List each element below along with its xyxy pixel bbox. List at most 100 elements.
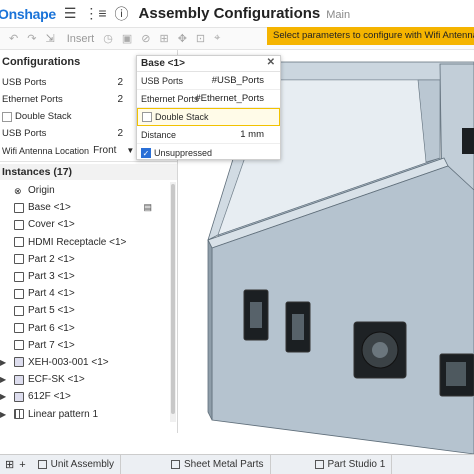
config-value[interactable]: 2 xyxy=(117,94,123,105)
chevron-down-icon[interactable]: ▼ xyxy=(126,146,134,155)
close-icon[interactable]: ✕ xyxy=(267,57,275,68)
onshape-logo[interactable]: Onshape xyxy=(0,6,56,22)
instance-list: ⊗ Origin Base <1> ▤ Cover <1> HDMI Recep… xyxy=(0,182,170,423)
list-item[interactable]: Base <1> ▤ xyxy=(0,199,170,216)
double-stack-checkbox[interactable] xyxy=(2,111,12,122)
instances-title[interactable]: Instances (17) xyxy=(0,164,177,180)
list-item[interactable]: Part 7 <1> xyxy=(0,337,170,354)
list-item[interactable]: Part 2 <1> xyxy=(0,251,170,268)
insert-button[interactable]: ⇲ Insert xyxy=(45,32,94,45)
tab-label: Part Studio 1 xyxy=(327,459,386,470)
list-item[interactable]: Part 5 <1> xyxy=(0,302,170,319)
info-icon[interactable]: ⓘ xyxy=(115,4,129,24)
instance-label: HDMI Receptacle <1> xyxy=(28,236,127,248)
dialog-row-double-stack[interactable]: Double Stack xyxy=(137,108,280,126)
dialog-label: Unsuppressed xyxy=(154,148,213,158)
part-icon xyxy=(14,219,24,230)
tab-sheet-metal-parts[interactable]: Sheet Metal Parts xyxy=(165,454,271,474)
wifi-select[interactable]: Front xyxy=(93,145,116,156)
history-icon[interactable]: ◷ xyxy=(103,32,113,45)
document-title[interactable]: Assembly Configurations xyxy=(139,5,321,22)
tab-list-icon[interactable]: ⊞ xyxy=(5,458,14,471)
instance-config-dialog: Base <1> ✕ USB Ports #USB_Ports Ethernet… xyxy=(136,55,281,160)
config-value[interactable]: 2 xyxy=(117,77,123,88)
instance-label: Part 5 <1> xyxy=(28,305,75,317)
instance-label: ECF-SK <1> xyxy=(28,374,85,386)
part-icon xyxy=(14,271,24,282)
usb-ports-field[interactable]: #USB_Ports xyxy=(212,75,264,86)
config-value[interactable]: 2 xyxy=(117,128,123,139)
wifi-label: Wifi Antenna Location xyxy=(2,145,90,156)
tab-part-studio-1[interactable]: Part Studio 1 xyxy=(309,454,393,474)
dialog-label: Double Stack xyxy=(155,112,209,122)
dialog-row-distance[interactable]: Distance 1 mm xyxy=(137,126,280,144)
pattern-icon[interactable]: ⊞ xyxy=(159,32,168,45)
chevron-right-icon[interactable]: ▶ xyxy=(0,375,10,384)
config-label: USB Ports xyxy=(2,77,47,88)
feature-list-icon[interactable]: ⋮≡ xyxy=(84,5,106,22)
config-hint-banner: Select parameters to configure with Wifi… xyxy=(267,27,474,45)
assembly-icon xyxy=(14,391,24,402)
part-icon xyxy=(14,305,24,316)
pattern-icon xyxy=(14,409,24,420)
list-item[interactable]: HDMI Receptacle <1> xyxy=(0,234,170,251)
section-icon[interactable]: ⌖ xyxy=(214,32,220,45)
config-label: USB Ports xyxy=(2,128,47,139)
branch-label[interactable]: Main xyxy=(326,9,350,21)
list-item[interactable]: Part 4 <1> xyxy=(0,285,170,302)
part-studio-tab-icon xyxy=(171,460,181,469)
config-label: Ethernet Ports xyxy=(2,94,63,105)
undo-icon[interactable]: ↶ xyxy=(9,32,18,45)
move-icon[interactable]: ✥ xyxy=(178,32,187,45)
measure-icon[interactable]: ⊡ xyxy=(196,32,205,45)
instance-label: Part 4 <1> xyxy=(28,288,75,300)
part-icon xyxy=(14,254,24,265)
tab-unit-assembly[interactable]: Unit Assembly xyxy=(32,454,122,474)
double-stack-checkbox[interactable] xyxy=(142,112,152,122)
chevron-right-icon[interactable]: ▶ xyxy=(0,410,10,419)
dialog-label: Distance xyxy=(141,129,177,140)
instance-label: Cover <1> xyxy=(28,219,75,231)
list-item[interactable]: ▶ XEH-003-001 <1> xyxy=(0,354,170,371)
scrollbar-thumb[interactable] xyxy=(171,184,175,414)
instance-label: Part 6 <1> xyxy=(28,322,75,334)
double-stack-label: Double Stack xyxy=(15,111,72,122)
list-item[interactable]: ⊗ Origin xyxy=(0,182,170,199)
mate-icon[interactable]: ⊘ xyxy=(141,32,150,45)
instance-label: Base <1> xyxy=(28,202,71,214)
dialog-row-usb[interactable]: USB Ports #USB_Ports xyxy=(137,72,280,90)
assembly-tab-icon xyxy=(37,460,47,469)
assembly-icon xyxy=(14,374,24,385)
tab-label: Unit Assembly xyxy=(50,459,115,470)
list-item[interactable]: ▶ ECF-SK <1> xyxy=(0,371,170,388)
part-icon xyxy=(14,288,24,299)
redo-icon[interactable]: ↷ xyxy=(27,32,36,45)
instance-icon[interactable]: ▣ xyxy=(122,32,132,45)
hamburger-menu-icon[interactable]: ☰ xyxy=(64,5,77,22)
instance-label: Linear pattern 1 xyxy=(28,408,99,420)
list-item[interactable]: ▶ 612F <1> xyxy=(0,388,170,405)
instance-list-scrollbar[interactable] xyxy=(170,182,176,422)
instance-label: Part 2 <1> xyxy=(28,253,75,265)
app-header: Onshape ☰ ⋮≡ ⓘ Assembly Configurations M… xyxy=(0,0,474,28)
dialog-label: Ethernet Ports xyxy=(141,93,199,104)
add-tab-icon[interactable]: + xyxy=(19,459,25,471)
part-studio-tab-icon xyxy=(314,460,324,469)
dialog-row-ethernet[interactable]: Ethernet Ports #Ethernet_Ports xyxy=(137,90,280,108)
part-icon xyxy=(14,202,24,213)
unsuppressed-checkbox[interactable]: ✓ xyxy=(141,148,151,158)
ethernet-ports-field[interactable]: #Ethernet_Ports xyxy=(195,93,264,104)
assembly-icon xyxy=(14,357,24,368)
chevron-right-icon[interactable]: ▶ xyxy=(0,392,10,401)
list-item[interactable]: Part 3 <1> xyxy=(0,268,170,285)
list-item[interactable]: ▶ Linear pattern 1 xyxy=(0,405,170,422)
insert-label: Insert xyxy=(66,33,95,45)
list-item[interactable]: Part 6 <1> xyxy=(0,320,170,337)
list-item[interactable]: Cover <1> xyxy=(0,216,170,233)
instance-label: Part 7 <1> xyxy=(28,339,75,351)
instance-label: Origin xyxy=(28,185,55,197)
dialog-row-unsuppressed[interactable]: ✓ Unsuppressed xyxy=(137,144,280,162)
distance-field[interactable]: 1 mm xyxy=(240,129,264,140)
tab-bar: ⊞ + Unit Assembly Sheet Metal Parts Part… xyxy=(0,454,474,474)
chevron-right-icon[interactable]: ▶ xyxy=(0,358,10,367)
